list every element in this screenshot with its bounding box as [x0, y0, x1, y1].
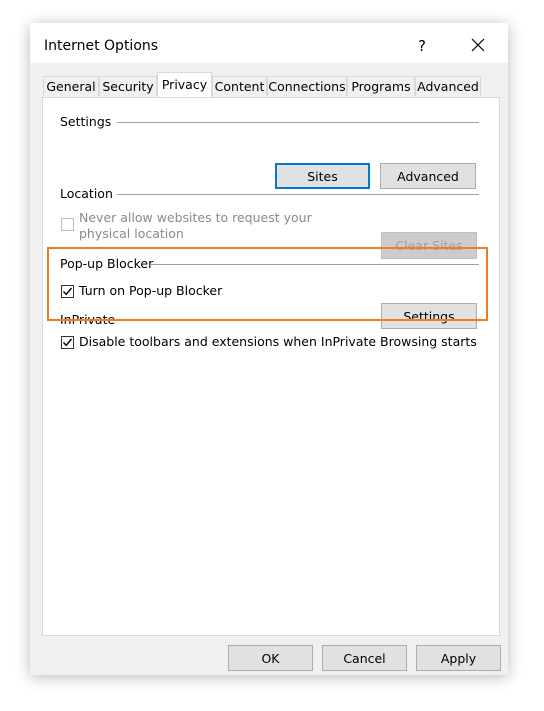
tab-content[interactable]: Content: [212, 76, 267, 96]
popup-blocker-highlight: [47, 247, 488, 321]
location-checkbox[interactable]: [61, 218, 74, 231]
window-title: Internet Options: [44, 38, 159, 54]
apply-button[interactable]: Apply: [416, 645, 501, 671]
location-checkbox-label-line2: physical location: [79, 226, 184, 241]
inprivate-checkbox[interactable]: [61, 336, 74, 349]
internet-options-dialog: Internet Options ? General Security Priv…: [30, 23, 508, 675]
tab-programs[interactable]: Programs: [347, 76, 415, 96]
location-checkbox-label-line1: Never allow websites to request your: [79, 210, 312, 225]
tab-privacy[interactable]: Privacy: [157, 72, 212, 97]
location-group-label: Location: [60, 186, 113, 201]
title-bar: Internet Options ?: [30, 23, 508, 63]
privacy-tab-panel: Settings Sites Advanced Location Never a…: [42, 97, 500, 636]
ok-button[interactable]: OK: [228, 645, 313, 671]
inprivate-checkbox-label: Disable toolbars and extensions when InP…: [79, 334, 477, 349]
settings-divider: [117, 122, 479, 123]
tab-connections[interactable]: Connections: [267, 76, 347, 96]
tab-advanced[interactable]: Advanced: [415, 76, 481, 96]
checkmark-icon: [62, 338, 73, 347]
tab-general[interactable]: General: [43, 76, 99, 96]
cancel-button[interactable]: Cancel: [322, 645, 407, 671]
settings-group-label: Settings: [60, 114, 112, 129]
close-icon[interactable]: [470, 37, 486, 53]
location-divider: [117, 194, 479, 195]
sites-button[interactable]: Sites: [275, 163, 370, 189]
help-button[interactable]: ?: [418, 37, 426, 55]
tab-security[interactable]: Security: [99, 76, 157, 96]
advanced-button[interactable]: Advanced: [380, 163, 476, 189]
